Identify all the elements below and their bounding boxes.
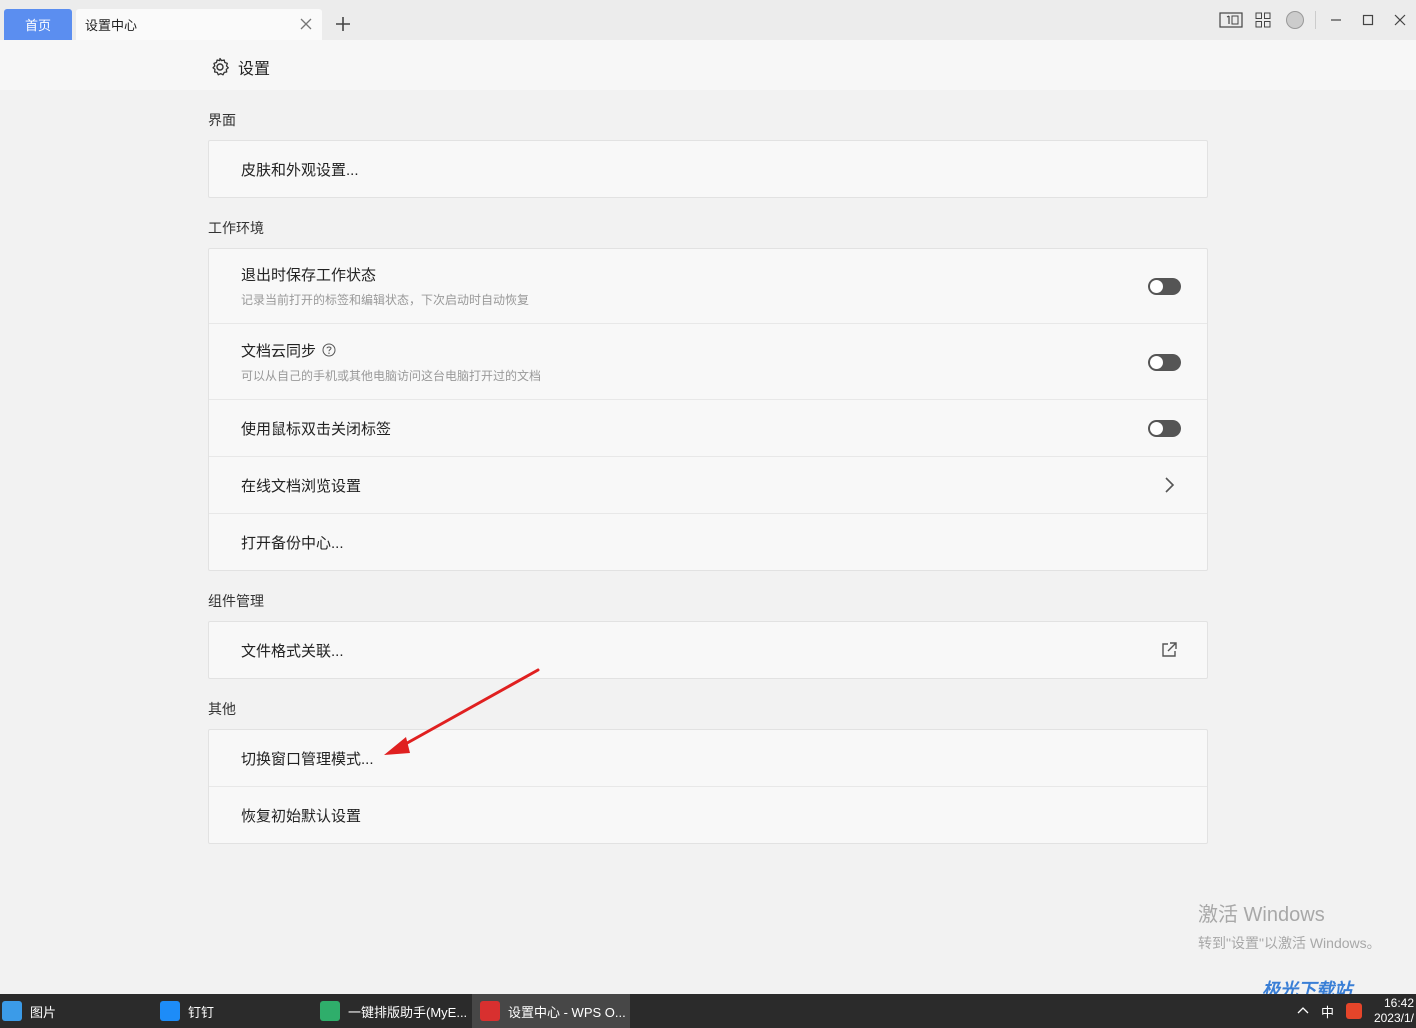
restore-default-row[interactable]: 恢复初始默认设置 <box>209 787 1207 843</box>
taskbar-item-typesetting[interactable]: 一键排版助手(MyE... <box>318 994 468 1028</box>
folder-icon <box>2 1001 22 1021</box>
switch-window-mode-label: 切换窗口管理模式... <box>241 750 374 768</box>
switch-window-mode-row[interactable]: 切换窗口管理模式... <box>209 730 1207 787</box>
card-components: 文件格式关联... <box>208 621 1208 679</box>
cloud-sync-label: 文档云同步 <box>241 342 317 360</box>
activate-title: 激活 Windows <box>1198 904 1325 926</box>
system-tray: 中 16:42 2023/1/ <box>1297 994 1416 1028</box>
taskbar-item-pictures[interactable]: 图片 <box>0 994 150 1028</box>
external-link-icon <box>1162 642 1177 657</box>
taskbar-label: 图片 <box>30 1004 57 1020</box>
restore-default-label: 恢复初始默认设置 <box>241 807 362 825</box>
minimize-button[interactable] <box>1320 0 1352 40</box>
clock[interactable]: 16:42 2023/1/ <box>1374 996 1416 1026</box>
settings-content: 界面 皮肤和外观设置... 工作环境 退出时保存工作状态 记录当前打开的标签和编… <box>208 90 1208 844</box>
taskbar-label: 钉钉 <box>188 1004 215 1020</box>
taskbar-label: 设置中心 - WPS O... <box>508 1004 626 1020</box>
online-browse-row[interactable]: 在线文档浏览设置 <box>209 457 1207 514</box>
tab-home[interactable]: 首页 <box>4 9 72 40</box>
dingtalk-icon <box>160 1001 180 1021</box>
dblclick-close-label: 使用鼠标双击关闭标签 <box>241 420 392 438</box>
cloud-sync-toggle[interactable] <box>1148 353 1181 371</box>
section-title-workspace: 工作环境 <box>208 220 264 236</box>
taskbar-item-wps[interactable]: 设置中心 - WPS O... <box>472 994 630 1028</box>
save-state-desc: 记录当前打开的标签和编辑状态，下次启动时自动恢复 <box>241 293 530 307</box>
divider <box>1315 11 1316 29</box>
skin-settings-row[interactable]: 皮肤和外观设置... <box>209 141 1207 197</box>
online-browse-label: 在线文档浏览设置 <box>241 477 362 495</box>
chevron-right-icon <box>1165 477 1175 493</box>
backup-center-label: 打开备份中心... <box>241 534 344 552</box>
typesetting-app-icon <box>320 1001 340 1021</box>
activate-subtitle: 转到"设置"以激活 Windows。 <box>1198 935 1381 951</box>
file-assoc-label: 文件格式关联... <box>241 642 344 660</box>
cloud-sync-desc: 可以从自己的手机或其他电脑访问这台电脑打开过的文档 <box>241 368 542 383</box>
activate-windows-watermark: 激活 Windows 转到"设置"以激活 Windows。 <box>1198 898 1381 953</box>
maximize-button[interactable] <box>1352 0 1384 40</box>
cloud-sync-row: 文档云同步 可以从自己的手机或其他电脑访问这台电脑打开过的文档 <box>209 324 1207 400</box>
sogou-ime-icon[interactable] <box>1345 1003 1362 1019</box>
ime-indicator[interactable]: 中 <box>1321 1002 1334 1021</box>
wps-icon <box>480 1001 500 1021</box>
gear-icon <box>212 57 229 76</box>
section-title-components: 组件管理 <box>208 593 264 609</box>
tab-settings-center[interactable]: 设置中心 <box>76 9 322 40</box>
avatar[interactable] <box>1279 0 1311 40</box>
skin-settings-label: 皮肤和外观设置... <box>241 161 359 179</box>
card-other: 切换窗口管理模式... 恢复初始默认设置 <box>208 729 1208 844</box>
taskbar: 图片 钉钉 一键排版助手(MyE... 设置中心 - WPS O... 中 16… <box>0 994 1416 1028</box>
taskbar-label: 一键排版助手(MyE... <box>348 1004 468 1020</box>
clock-date: 2023/1/ <box>1373 1011 1414 1025</box>
dblclick-close-row: 使用鼠标双击关闭标签 <box>209 400 1207 457</box>
window-controls <box>1215 0 1416 40</box>
section-title-other: 其他 <box>208 701 236 717</box>
close-icon[interactable] <box>298 16 314 32</box>
tab-label: 设置中心 <box>85 18 138 33</box>
save-state-row: 退出时保存工作状态 记录当前打开的标签和编辑状态，下次启动时自动恢复 <box>209 249 1207 324</box>
backup-center-row[interactable]: 打开备份中心... <box>209 514 1207 570</box>
title-bar: 首页 设置中心 <box>0 0 1416 40</box>
chevron-up-icon[interactable] <box>1297 1005 1309 1017</box>
file-assoc-row[interactable]: 文件格式关联... <box>209 622 1207 678</box>
page-title: 设置 <box>238 61 271 78</box>
settings-header: 设置 <box>0 40 1416 90</box>
grid-view-icon[interactable] <box>1247 0 1279 40</box>
card-interface: 皮肤和外观设置... <box>208 140 1208 198</box>
close-window-button[interactable] <box>1384 0 1416 40</box>
user-avatar-icon <box>1286 11 1304 29</box>
dblclick-close-toggle[interactable] <box>1148 420 1181 437</box>
new-tab-plus-icon[interactable] <box>333 14 353 34</box>
section-title-interface: 界面 <box>208 112 236 128</box>
help-circle-icon[interactable] <box>322 343 336 357</box>
single-page-view-icon[interactable] <box>1215 0 1247 40</box>
taskbar-item-dingtalk[interactable]: 钉钉 <box>158 994 308 1028</box>
save-state-toggle[interactable] <box>1148 278 1181 295</box>
clock-time: 16:42 <box>1383 996 1414 1010</box>
card-workspace: 退出时保存工作状态 记录当前打开的标签和编辑状态，下次启动时自动恢复 文档云同步… <box>208 248 1208 571</box>
save-state-label: 退出时保存工作状态 <box>241 267 377 284</box>
